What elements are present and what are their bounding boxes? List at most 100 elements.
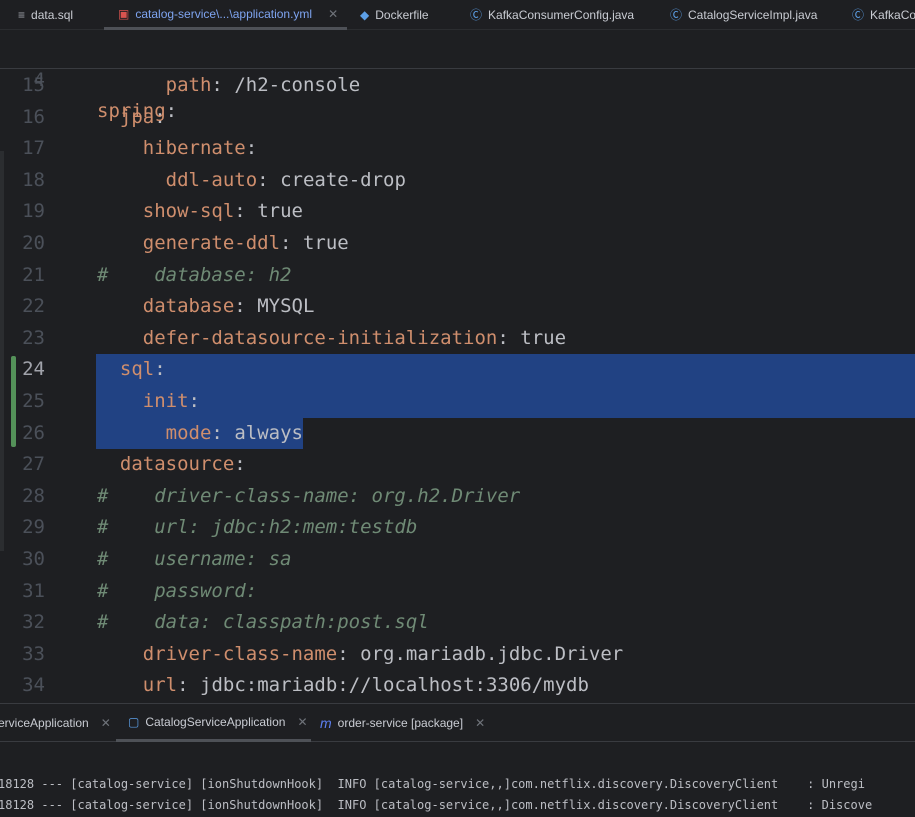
maven-icon: m: [320, 715, 332, 731]
yaml-value: jdbc:mariadb://localhost:3306/mydb: [200, 674, 589, 697]
yaml-comment: # username: sa: [97, 548, 292, 570]
line-number: 27: [22, 453, 45, 476]
yaml-key: defer-datasource-initialization: [142, 326, 498, 349]
code-line[interactable]: 18 ddl-auto: create-drop: [0, 165, 915, 197]
code-line[interactable]: 23 defer-datasource-initialization: true: [0, 323, 915, 355]
java-class-icon: Ⓒ: [852, 8, 865, 22]
yaml-key: spring: [97, 100, 166, 123]
java-class-icon: Ⓒ: [470, 8, 483, 22]
code-line[interactable]: 33 driver-class-name: org.mariadb.jdbc.D…: [0, 639, 915, 671]
yaml-value: MYSQL: [257, 295, 315, 318]
yaml-value: create-drop: [280, 168, 406, 191]
docker-icon: ◆: [360, 8, 370, 22]
editor-tab[interactable]: Ⓒ KafkaCon: [852, 0, 915, 30]
code-line[interactable]: 31 # password:: [0, 576, 915, 608]
yaml-key: database: [142, 295, 235, 318]
yaml-key: url: [142, 674, 178, 697]
yaml-value: org.mariadb.jdbc.Driver: [360, 642, 624, 665]
yaml-key: show-sql: [142, 200, 235, 223]
yaml-key: path: [165, 74, 212, 96]
tab-label: Dockerfile: [375, 8, 429, 22]
yaml-comment: # driver-class-name: org.h2.Driver: [97, 484, 521, 507]
editor-tab[interactable]: ▣ catalog-service\...\application.yml ✕: [104, 0, 347, 30]
run-tab[interactable]: ▢ CatalogServiceApplication ✕: [116, 704, 311, 742]
yaml-key: sql: [119, 358, 155, 381]
sticky-header-line[interactable]: 4 spring:: [0, 31, 915, 122]
editor-tab[interactable]: Ⓒ CatalogServiceImpl.java: [670, 0, 817, 30]
line-number: 22: [22, 295, 45, 318]
editor-tab[interactable]: ◆ Dockerfile: [360, 0, 429, 30]
line-number: 4: [33, 68, 45, 91]
yaml-comment: # data: classpath:post.sql: [97, 611, 429, 634]
code-editor[interactable]: 4 spring: 15 path: /h2-console 16 jpa: 17 …: [0, 31, 915, 703]
line-number: 33: [22, 642, 45, 665]
yaml-value: always: [234, 421, 303, 444]
code-line[interactable]: 19 show-sql: true: [0, 196, 915, 228]
yaml-value: true: [520, 326, 567, 349]
editor-tab[interactable]: Ⓒ KafkaConsumerConfig.java: [470, 0, 634, 30]
yaml-comment: # url: jdbc:h2:mem:testdb: [97, 516, 418, 539]
yaml-key: mode: [165, 421, 212, 444]
line-number: 19: [22, 200, 45, 223]
application-icon: ▢: [128, 714, 140, 729]
java-class-icon: Ⓒ: [670, 8, 683, 22]
code-line[interactable]: 26 mode: always: [0, 418, 915, 450]
line-number: 32: [22, 611, 45, 634]
code-line[interactable]: 32 # data: classpath:post.sql: [0, 607, 915, 639]
line-number: 20: [22, 232, 45, 254]
code-line[interactable]: 25 init:: [0, 386, 915, 418]
run-tab[interactable]: erviceApplication ✕: [0, 704, 111, 742]
close-icon[interactable]: ✕: [101, 716, 111, 730]
line-number: 30: [22, 548, 45, 570]
code-line[interactable]: 24 sql:: [0, 354, 915, 386]
yaml-key: hibernate: [142, 137, 246, 160]
yaml-key: driver-class-name: [142, 642, 338, 665]
yaml-key: init: [142, 390, 189, 412]
yaml-key: ddl-auto: [165, 168, 258, 191]
tab-label: CatalogServiceApplication: [145, 714, 286, 729]
line-number: 18: [22, 168, 45, 191]
tab-label: erviceApplication: [0, 716, 89, 730]
code-line[interactable]: 22 database: MYSQL: [0, 291, 915, 323]
line-number: 31: [22, 579, 45, 602]
tab-label: CatalogServiceImpl.java: [688, 8, 818, 22]
line-number: 21: [22, 263, 45, 286]
code-line[interactable]: 27 datasource:: [0, 449, 915, 481]
code-line[interactable]: 28 # driver-class-name: org.h2.Driver: [0, 481, 915, 513]
line-number: 34: [22, 674, 45, 697]
line-number: 26: [22, 421, 45, 444]
code-line[interactable]: 29 # url: jdbc:h2:mem:testdb: [0, 512, 915, 544]
run-tab[interactable]: m order-service [package] ✕: [320, 704, 485, 742]
yaml-key: generate-ddl: [142, 232, 281, 254]
yaml-comment: # password:: [97, 579, 258, 602]
yaml-key: datasource: [119, 453, 235, 476]
code-line[interactable]: 34 url: jdbc:mariadb://localhost:3306/my…: [0, 670, 915, 702]
code-line[interactable]: 30 # username: sa: [0, 544, 915, 576]
line-number: 25: [22, 390, 45, 412]
yaml-comment: # database: h2: [97, 263, 292, 286]
close-icon[interactable]: ✕: [297, 715, 307, 729]
console-line: 18128 --- [catalog-service] [ionShutdown…: [0, 798, 873, 812]
code-line[interactable]: 20 generate-ddl: true: [0, 228, 915, 260]
close-icon[interactable]: ✕: [328, 1, 338, 27]
tab-label: KafkaCon: [870, 8, 915, 22]
tab-label: order-service [package]: [337, 716, 464, 730]
line-number: 29: [22, 516, 45, 539]
yaml-value: true: [257, 200, 303, 223]
line-number: 28: [22, 484, 45, 507]
code-line[interactable]: 17 hibernate:: [0, 133, 915, 165]
line-number: 24: [22, 358, 45, 381]
sql-file-icon: ≡: [18, 8, 26, 22]
yaml-file-icon: ▣: [118, 6, 130, 21]
tab-label: catalog-service\...\application.yml: [135, 6, 313, 21]
run-tab-bar: erviceApplication ✕ ▢ CatalogServiceApplica…: [0, 704, 915, 742]
editor-tab[interactable]: ≡ data.sql: [18, 0, 73, 30]
editor-tab-bar: ≡ data.sql ▣ catalog-service\...\applicatio…: [0, 0, 915, 30]
yaml-value: /h2-console: [234, 74, 361, 96]
close-icon[interactable]: ✕: [475, 716, 485, 730]
tab-label: data.sql: [31, 8, 74, 22]
console-line: 18128 --- [catalog-service] [ionShutdown…: [0, 777, 865, 791]
yaml-value: true: [302, 232, 349, 254]
tab-label: KafkaConsumerConfig.java: [488, 8, 635, 22]
code-line[interactable]: 21 # database: h2: [0, 260, 915, 292]
